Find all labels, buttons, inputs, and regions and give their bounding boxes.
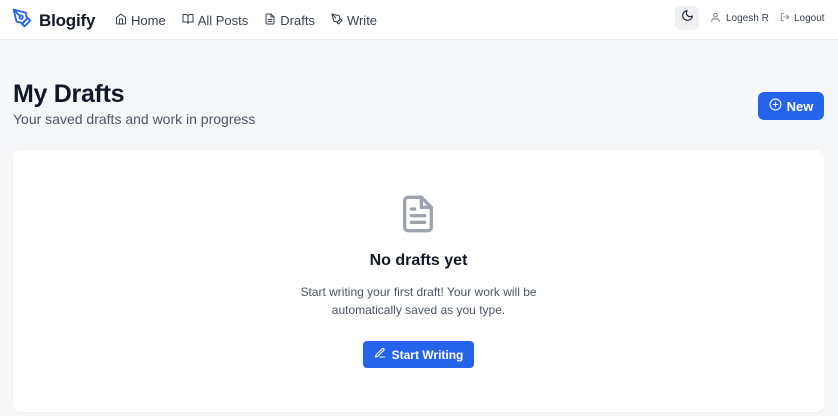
logout-button[interactable]: Logout [780,0,825,37]
drafts-empty-state-card: No drafts yet Start writing your first d… [13,150,824,412]
start-writing-label: Start Writing [391,347,464,362]
file-text-icon [398,194,438,234]
home-icon [115,13,127,28]
book-open-icon [182,13,194,28]
theme-toggle-button[interactable] [675,6,699,30]
nav-item-label: Write [346,12,378,28]
user-name: Logesh R [726,13,769,24]
page-subtitle: Your saved drafts and work in progress [13,111,256,127]
file-text-icon [264,13,276,28]
new-button-label: New [786,98,814,114]
pen-nib-icon [12,8,32,33]
nav-item-all-posts[interactable]: All Posts [182,12,249,28]
logout-label: Logout [794,13,825,24]
new-draft-button[interactable]: New [758,92,824,120]
empty-state-message: Start writing your first draft! Your wor… [300,285,537,317]
pen-icon [331,13,343,28]
empty-state-title: No drafts yet [369,252,468,269]
brand-name: Blogify [39,10,96,30]
top-navigation-bar: Blogify Home All Posts Drafts Write Loge… [0,0,838,40]
nav-item-label: Home [131,12,166,28]
page-title: My Drafts [13,80,125,108]
moon-icon [681,9,694,27]
log-out-icon [780,12,790,25]
pencil-icon [374,347,386,362]
nav-item-write[interactable]: Write [331,13,377,28]
plus-circle-icon [769,98,782,114]
nav-item-drafts[interactable]: Drafts [264,13,315,28]
nav-item-label: All Posts [197,12,249,28]
nav-item-label: Drafts [280,12,315,28]
nav-item-home[interactable]: Home [115,13,166,28]
start-writing-button[interactable]: Start Writing [363,341,474,368]
brand-logo-link[interactable]: Blogify [12,8,95,33]
user-icon [710,12,721,26]
main-nav: Home All Posts Drafts Write [115,0,377,40]
user-menu[interactable]: Logesh R [710,0,769,37]
